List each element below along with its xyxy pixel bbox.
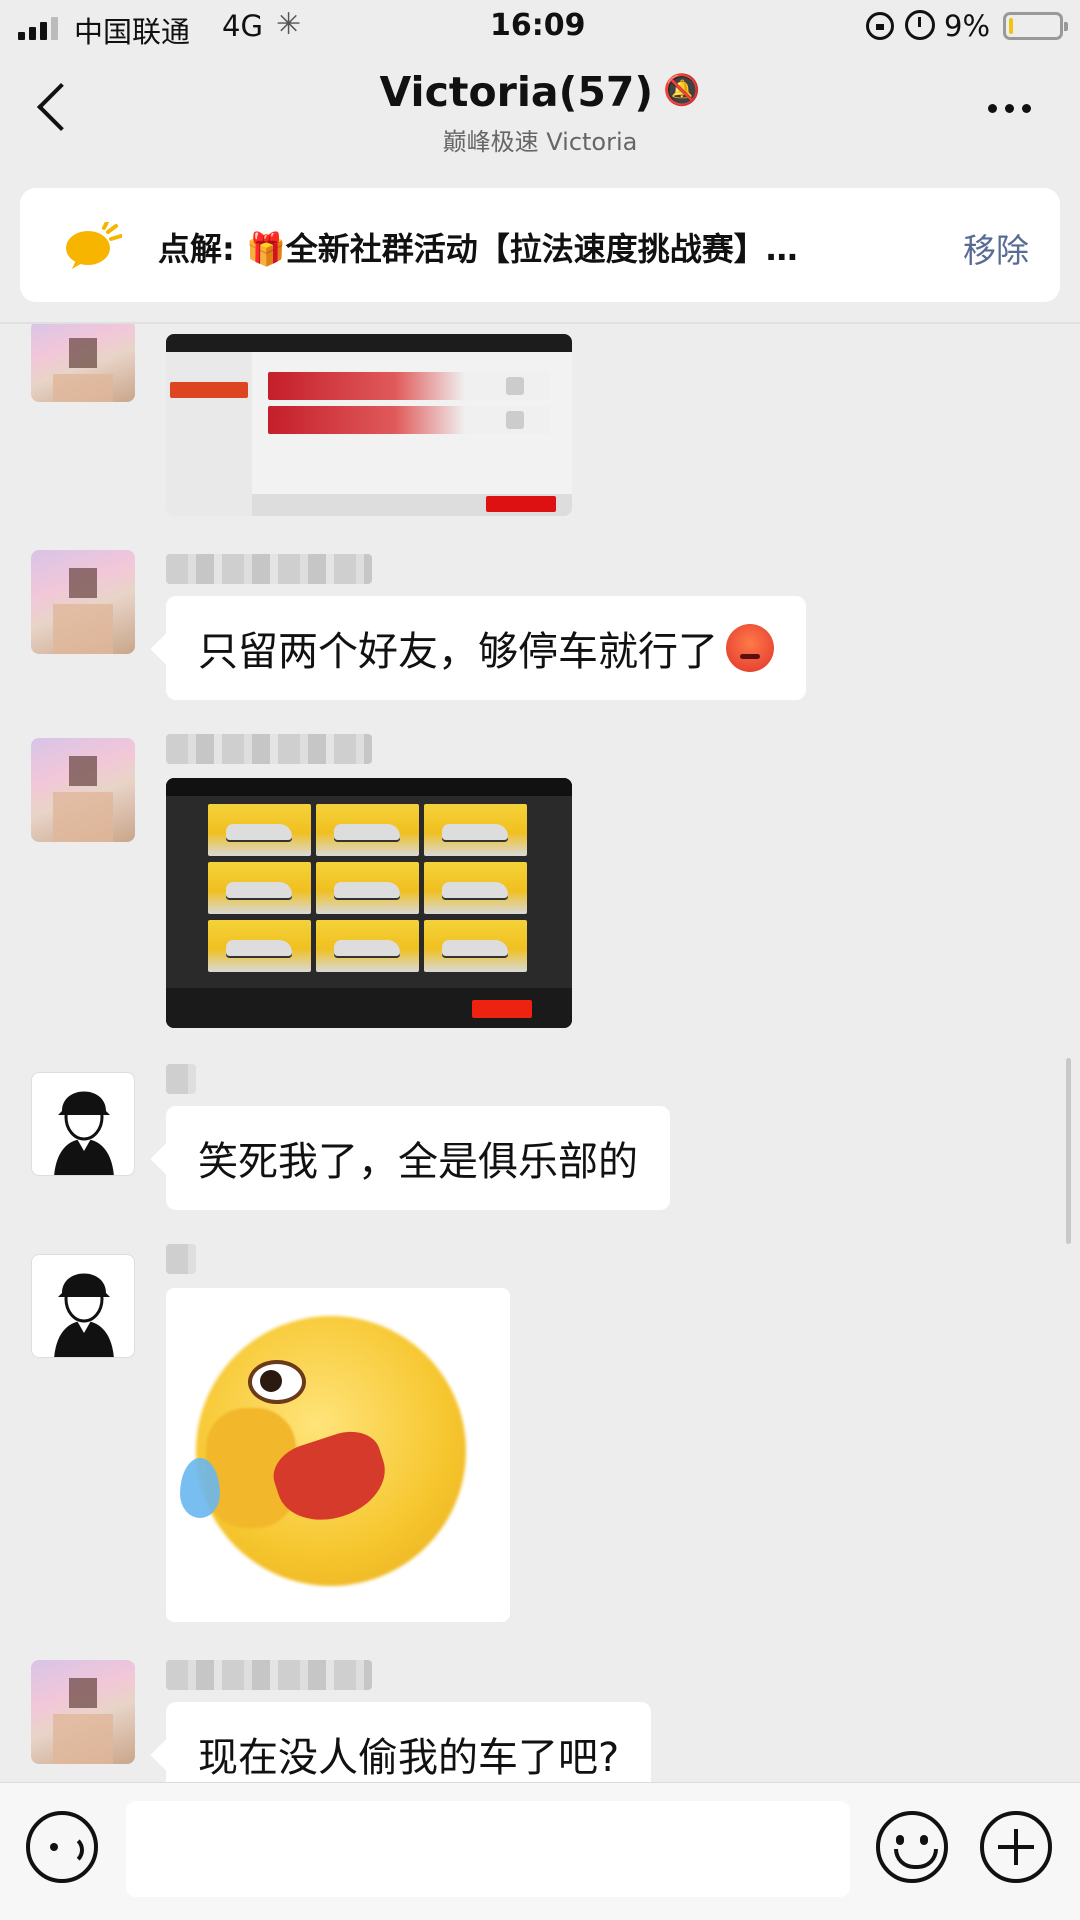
plus-icon[interactable] [980, 1811, 1052, 1883]
image-message-garage-screenshot[interactable] [166, 778, 572, 1028]
message-text: 现在没人偷我的车了吧? [198, 1735, 620, 1781]
loading-icon: ✳ [276, 7, 302, 42]
alarm-icon [905, 10, 935, 40]
message-input[interactable] [126, 1801, 850, 1897]
signal-icon [18, 16, 58, 40]
status-bar: 中国联通 4G ✳ 16:09 9% [0, 0, 1080, 56]
scrollbar[interactable] [1066, 1058, 1071, 1244]
chat-title-wrap[interactable]: Victoria(57) 🔕 [0, 68, 1080, 116]
network-type: 4G [222, 9, 263, 43]
emoji-icon[interactable] [876, 1811, 948, 1883]
sender-name-blurred [166, 1244, 196, 1274]
input-bar [0, 1782, 1080, 1920]
sender-name-blurred [166, 734, 372, 764]
avatar[interactable] [31, 1660, 135, 1764]
speech-bubble-icon [66, 222, 122, 269]
pinned-notice[interactable]: 点解: 🎁全新社群活动【拉法速度挑战赛】… 移除 [20, 188, 1060, 302]
carrier-name: 中国联通 [74, 15, 191, 49]
sender-name-blurred [166, 1064, 196, 1094]
message-text: 笑死我了，全是俱乐部的 [198, 1139, 638, 1185]
battery-icon [1003, 12, 1068, 40]
avatar[interactable] [31, 324, 135, 402]
voice-icon[interactable] [26, 1811, 98, 1883]
friend-row [268, 372, 550, 400]
avatar[interactable] [31, 1072, 135, 1176]
avatar[interactable] [31, 550, 135, 654]
chat-header: Victoria(57) 🔕 巅峰极速 Victoria [0, 56, 1080, 166]
chat-title: Victoria(57) [379, 68, 654, 116]
status-time: 16:09 [490, 8, 586, 43]
battery-fill [1009, 18, 1013, 34]
text-message[interactable]: 现在没人偷我的车了吧? [166, 1702, 652, 1782]
game-topbar [166, 334, 572, 352]
rotation-lock-icon [866, 12, 894, 40]
text-message[interactable]: 只留两个好友，够停车就行了 [166, 596, 806, 700]
game-topbar [166, 778, 572, 796]
game-sidebar [166, 352, 252, 516]
friend-row [268, 406, 550, 434]
sender-name-blurred [166, 1660, 372, 1690]
message-list[interactable]: 只留两个好友，够停车就行了 笑死我了，全是俱乐部的 现在没人偷我的车了吧? [0, 324, 1080, 1782]
notice-text: 点解: 🎁全新社群活动【拉法速度挑战赛】… [158, 230, 798, 268]
battery-percent: 9% [944, 9, 991, 43]
game-bottombar [252, 494, 572, 516]
avatar[interactable] [31, 738, 135, 842]
angry-emoji-icon [726, 624, 774, 672]
mute-bell-icon: 🔕 [663, 73, 701, 108]
game-bottombar [166, 988, 572, 1028]
avatar[interactable] [31, 1254, 135, 1358]
more-icon[interactable] [988, 104, 1031, 113]
text-message[interactable]: 笑死我了，全是俱乐部的 [166, 1106, 670, 1210]
sticker-message-crying-face[interactable] [166, 1288, 510, 1622]
remove-notice-button[interactable]: 移除 [963, 224, 1029, 272]
sender-name-blurred [166, 554, 372, 584]
image-message-friends-screenshot[interactable] [166, 334, 572, 516]
chat-subtitle: 巅峰极速 Victoria [442, 128, 638, 156]
message-text: 只留两个好友，够停车就行了 [198, 629, 718, 675]
